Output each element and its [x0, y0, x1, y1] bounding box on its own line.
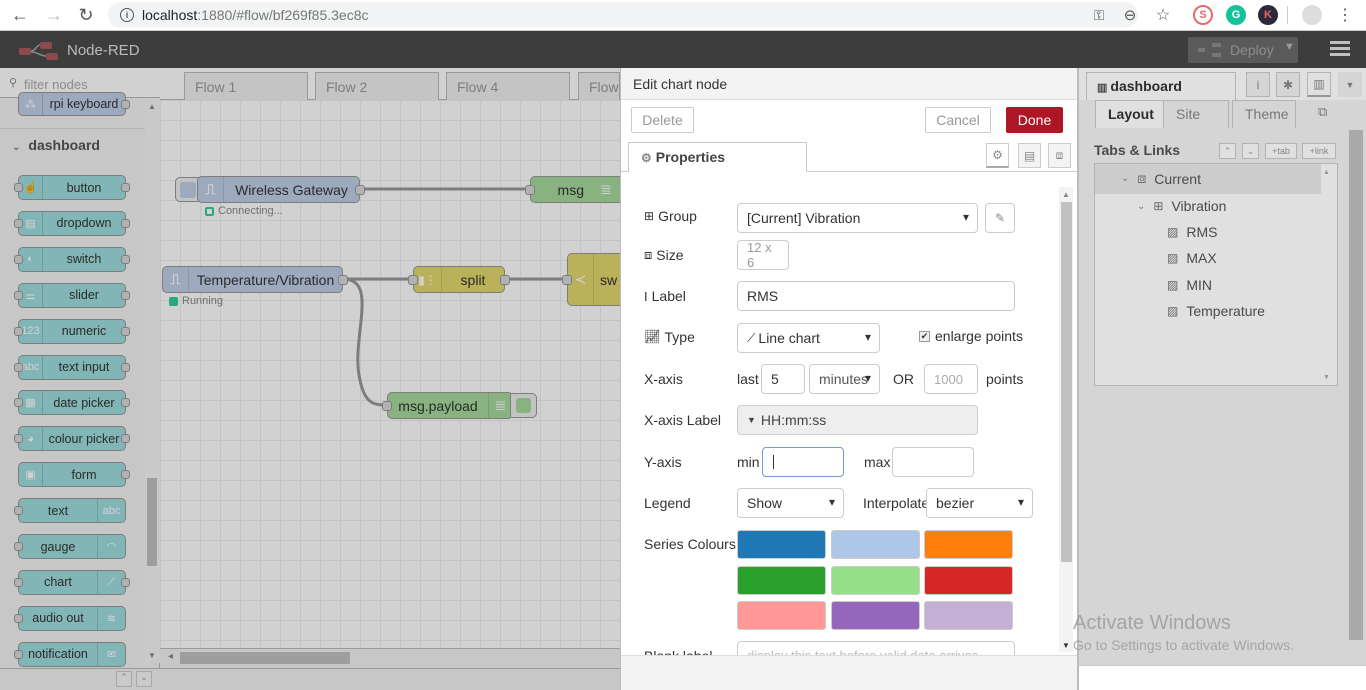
- windows-watermark-subtitle: Go to Settings to activate Windows.: [1073, 637, 1294, 653]
- xaxis-value-input[interactable]: 5: [761, 364, 805, 394]
- node-appearance-icon[interactable]: ⧈: [1048, 143, 1071, 168]
- series-colour-swatch-3[interactable]: [924, 530, 1013, 559]
- toolbar-divider: [1287, 6, 1288, 24]
- pencil-icon: ✎: [994, 211, 1006, 225]
- line-chart-icon: 📈︎: [644, 329, 661, 344]
- app-header: Node-RED: [0, 31, 1366, 68]
- line-chart-icon: ⟋: [747, 330, 756, 345]
- scroll-down-icon[interactable]: ▼: [1062, 641, 1070, 650]
- url-path: :1880/#flow/bf269f85.3ec8c: [197, 7, 369, 23]
- text-caret: [773, 455, 774, 469]
- node-description-icon[interactable]: ▤: [1018, 143, 1041, 168]
- info-icon[interactable]: i: [120, 8, 134, 22]
- series-colour-swatch-1[interactable]: [737, 530, 826, 559]
- gear-icon: ⚙: [641, 151, 652, 165]
- enlarge-points-checkbox[interactable]: ✔: [919, 331, 930, 342]
- zoom-out-icon[interactable]: ⊖: [1118, 3, 1142, 27]
- modal-overlay: [0, 68, 620, 690]
- grammarly-icon[interactable]: G: [1226, 5, 1246, 25]
- scroll-up-icon[interactable]: ▲: [1062, 190, 1070, 199]
- interpolate-select[interactable]: bezier: [926, 488, 1033, 518]
- node-red-logo-icon: [19, 42, 58, 60]
- browser-toolbar: ← → ↻ i localhost:1880/#flow/bf269f85.3e…: [0, 0, 1366, 31]
- caret-down-icon: ▼: [747, 415, 756, 425]
- xaxis-label-select[interactable]: ▼ HH:mm:ss: [737, 405, 978, 435]
- series-colour-swatch-8[interactable]: [830, 601, 920, 630]
- group-label: ⊞ Group: [644, 208, 697, 224]
- type-label: 📈︎ Type: [644, 329, 695, 345]
- xaxis-unit-select[interactable]: minutes: [809, 364, 880, 394]
- table-icon: ⊞: [644, 209, 655, 223]
- series-colour-swatch-9[interactable]: [924, 601, 1013, 630]
- xaxis-points-input[interactable]: 1000: [924, 364, 978, 394]
- series-colour-swatch-6[interactable]: [924, 565, 1013, 595]
- tray-scroll-thumb[interactable]: [1061, 202, 1072, 562]
- main-menu-icon[interactable]: [1330, 41, 1350, 57]
- series-colour-swatch-2[interactable]: [830, 530, 920, 559]
- yaxis-min-input[interactable]: [762, 447, 844, 477]
- xaxis-last-label: last: [737, 371, 759, 387]
- sidebar-overlay: [1079, 68, 1366, 665]
- type-select[interactable]: ⟋ Line chart: [737, 323, 880, 353]
- legend-select[interactable]: Show: [737, 488, 844, 518]
- cancel-button[interactable]: Cancel: [925, 107, 991, 133]
- tab-properties[interactable]: ⚙ Properties: [628, 142, 807, 172]
- forward-icon[interactable]: →: [42, 3, 66, 27]
- legend-label: Legend: [644, 495, 691, 511]
- interpolate-label: Interpolate: [863, 495, 930, 511]
- back-icon[interactable]: ←: [8, 3, 32, 27]
- extension-s-icon[interactable]: S: [1193, 5, 1213, 25]
- edit-group-button[interactable]: ✎: [985, 203, 1015, 233]
- series-colour-swatch-5[interactable]: [830, 565, 920, 595]
- windows-watermark-title: Activate Windows: [1073, 612, 1231, 634]
- xaxis-label-label: X-axis Label: [644, 412, 722, 428]
- blank-label-label: Blank label: [644, 648, 713, 655]
- label-input[interactable]: RMS: [737, 281, 1015, 311]
- done-button[interactable]: Done: [1006, 107, 1063, 133]
- url-host: localhost: [142, 7, 198, 23]
- profile-avatar[interactable]: [1302, 5, 1322, 25]
- yaxis-min-label: min: [737, 454, 760, 470]
- browser-menu-icon[interactable]: ⋮: [1333, 3, 1357, 27]
- text-cursor-icon: I: [644, 288, 648, 304]
- series-colour-swatch-7[interactable]: [737, 601, 826, 630]
- tray-title: Edit chart node: [621, 68, 1077, 100]
- size-button[interactable]: 12 x 6: [737, 240, 789, 270]
- key-icon[interactable]: ⚿: [1087, 3, 1111, 27]
- size-icon: ⧈: [644, 247, 653, 262]
- app-title: Node-RED: [67, 42, 140, 59]
- deploy-dropdown-icon[interactable]: ▼: [1284, 41, 1295, 53]
- bookmark-star-icon[interactable]: ☆: [1151, 3, 1175, 27]
- size-label: ⧈ Size: [644, 247, 684, 263]
- extension-k-icon[interactable]: K: [1258, 5, 1278, 25]
- node-properties-tab-icon[interactable]: ⚙: [986, 143, 1009, 168]
- reload-icon[interactable]: ↻: [74, 3, 98, 27]
- deploy-label: Deploy: [1230, 42, 1274, 58]
- label-label: I Label: [644, 288, 686, 304]
- blank-label-input[interactable]: display this text before valid data arri…: [737, 641, 1015, 655]
- tray-footer: [621, 655, 1077, 690]
- blank-label-row: Blank label display this text before val…: [621, 640, 1057, 655]
- enlarge-points-label: enlarge points: [935, 328, 1023, 344]
- series-colours-label: Series Colours: [644, 536, 736, 552]
- group-select[interactable]: [Current] Vibration: [737, 203, 978, 233]
- yaxis-max-label: max: [864, 454, 891, 470]
- address-bar[interactable]: i localhost:1880/#flow/bf269f85.3ec8c: [108, 2, 1138, 28]
- xaxis-label: X-axis: [644, 371, 683, 387]
- series-colour-swatch-4[interactable]: [737, 565, 826, 595]
- sidebar-footer: [1079, 665, 1366, 690]
- yaxis-max-input[interactable]: [892, 447, 974, 477]
- delete-button[interactable]: Delete: [631, 107, 694, 133]
- xaxis-points-label: points: [986, 371, 1024, 387]
- deploy-button[interactable]: Deploy ▼: [1188, 37, 1298, 63]
- xaxis-or-label: OR: [893, 371, 914, 387]
- yaxis-label: Y-axis: [644, 454, 682, 470]
- deploy-icon: [1198, 43, 1221, 57]
